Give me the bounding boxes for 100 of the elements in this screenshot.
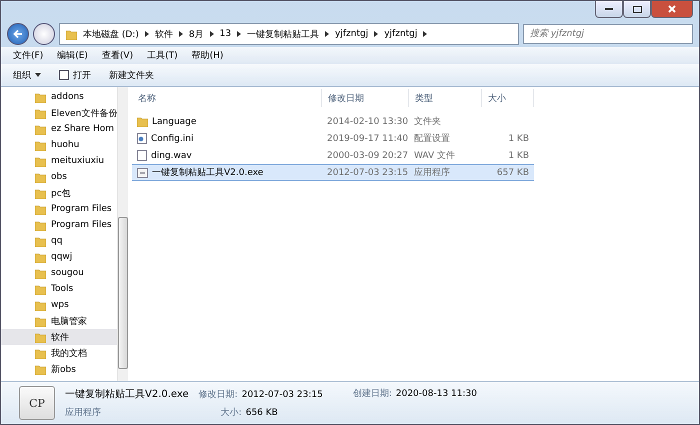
folder-icon	[35, 156, 46, 166]
chevron-icon	[178, 31, 183, 37]
folder-icon	[35, 300, 46, 310]
back-button[interactable]	[7, 23, 29, 45]
breadcrumb[interactable]: 一键复制粘贴工具	[247, 28, 320, 40]
folder-icon	[66, 28, 77, 40]
column-header[interactable]: 类型	[409, 89, 482, 107]
forward-button[interactable]	[33, 23, 55, 45]
chevron-icon	[423, 31, 428, 37]
organize-button[interactable]: 组织	[13, 68, 41, 82]
type-cell-text: WAV 文件	[413, 150, 456, 163]
file-name-cell[interactable]: Language	[132, 113, 322, 130]
file-name-cell[interactable]: Config.ini	[132, 130, 322, 147]
breadcrumb[interactable]: 本地磁盘 (D:)	[83, 28, 139, 40]
type-cell: 应用程序	[409, 164, 482, 181]
menu-item[interactable]: 文件(F)	[13, 49, 44, 62]
sidebar-item[interactable]: pc包	[1, 185, 118, 201]
sidebar-item[interactable]: ez Share Hom	[1, 121, 118, 137]
folder-icon	[35, 188, 46, 198]
minimize-icon	[605, 8, 613, 10]
folder-icon	[35, 220, 46, 230]
folder-icon	[35, 92, 46, 102]
folder-icon	[35, 204, 46, 214]
modified-label: 修改日期:	[198, 388, 238, 400]
menu-item[interactable]: 帮助(H)	[192, 49, 224, 62]
file-icon	[137, 150, 147, 161]
column-header[interactable]: 名称	[132, 89, 322, 107]
caret-icon	[35, 73, 41, 77]
folder-icon	[35, 252, 46, 262]
folder-icon	[35, 108, 46, 118]
file-name-cell[interactable]: ding.wav	[132, 147, 322, 164]
chevron-icon	[325, 31, 330, 37]
type-cell-text: 配置设置	[413, 132, 451, 146]
menu-item[interactable]: 工具(T)	[147, 49, 178, 62]
close-button[interactable]	[651, 1, 693, 18]
app-thumbnail: CP	[19, 386, 55, 420]
sidebar-item[interactable]: Tools	[1, 281, 118, 297]
settings-file-icon	[137, 133, 147, 144]
sidebar-item[interactable]: obs	[1, 169, 118, 185]
search-field[interactable]: 搜索 yjfzntgj	[523, 24, 693, 44]
maximize-icon	[632, 6, 642, 12]
folder-icon	[35, 172, 46, 182]
sidebar-item[interactable]: 电脑管家	[1, 313, 118, 329]
folder-icon	[35, 348, 46, 358]
window-icon	[59, 70, 69, 80]
breadcrumb[interactable]: 软件	[154, 28, 173, 40]
folder-icon	[35, 140, 46, 150]
scrollbar[interactable]	[117, 87, 128, 381]
maximize-button[interactable]	[623, 1, 651, 18]
address-bar[interactable]: 本地磁盘 (D:) 软件 8月 13 一键复制粘贴工具 yjfzntgj yjfzntgj	[59, 23, 519, 45]
created-label: 创建日期:	[352, 388, 392, 400]
breadcrumb[interactable]: yjfzntgj	[384, 29, 418, 39]
folder-icon	[35, 284, 46, 294]
app-icon	[137, 168, 148, 178]
size-cell-text: 1 KB	[507, 132, 530, 146]
sidebar-item[interactable]: Program Files	[1, 201, 118, 217]
column-header[interactable]: 修改日期	[322, 89, 409, 107]
sidebar-item[interactable]: addons	[1, 89, 118, 105]
folder-icon	[35, 236, 46, 246]
menu-item[interactable]: 查看(V)	[102, 49, 134, 62]
back-arrow-icon	[13, 29, 23, 39]
file-type: 应用程序	[65, 406, 102, 419]
column-header[interactable]: 大小	[482, 89, 534, 107]
created-value: 2020-08-13 11:30	[396, 389, 477, 399]
folder-icon	[35, 332, 46, 342]
breadcrumb[interactable]: yjfzntgj	[335, 29, 368, 39]
open-button[interactable]: 打开	[59, 68, 91, 82]
chevron-icon	[237, 31, 242, 37]
type-cell-text: 文件夹	[413, 116, 442, 129]
date-cell-text: 2014-02-10 13:30	[326, 116, 409, 128]
sidebar-item[interactable]: Eleven文件备份	[1, 105, 118, 121]
sidebar-item[interactable]: sougou	[1, 265, 118, 281]
modified-value: 2012-07-03 23:15	[242, 390, 323, 400]
file-name: 一键复制粘贴工具V2.0.exe	[65, 388, 189, 401]
chevron-icon	[374, 31, 378, 37]
menu-item[interactable]: 编辑(E)	[57, 49, 88, 62]
sidebar-item[interactable]: 软件	[1, 329, 118, 345]
sidebar-item[interactable]: huohu	[1, 137, 118, 153]
sidebar-item[interactable]: 新obs	[1, 361, 118, 377]
date-cell-text: 2000-03-09 20:27	[326, 150, 409, 162]
close-icon	[668, 5, 676, 13]
chevron-icon	[144, 31, 149, 37]
folder-icon	[35, 268, 46, 278]
sidebar-item[interactable]: 我的文档	[1, 345, 118, 361]
size-value: 656 KB	[246, 408, 278, 418]
folder-icon	[35, 316, 46, 326]
sidebar-item[interactable]: qqwj	[1, 249, 118, 265]
sidebar-item[interactable]: qq	[1, 233, 118, 249]
breadcrumb[interactable]: 8月	[188, 28, 204, 40]
sidebar-item[interactable]: Program Files	[1, 217, 118, 233]
folder-icon	[35, 364, 46, 374]
new-folder-button[interactable]: 新建文件夹	[109, 68, 154, 82]
breadcrumb[interactable]: 13	[220, 29, 232, 39]
sidebar-item[interactable]: meituxiuxiu	[1, 153, 118, 169]
folder-icon	[35, 124, 46, 134]
minimize-button[interactable]	[595, 1, 623, 18]
sidebar-item[interactable]: wps	[1, 297, 118, 313]
size-cell-text: 1 KB	[507, 150, 530, 162]
file-name-cell[interactable]: 一键复制粘贴工具V2.0.exe	[132, 164, 322, 181]
size-label: 大小:	[220, 406, 242, 418]
